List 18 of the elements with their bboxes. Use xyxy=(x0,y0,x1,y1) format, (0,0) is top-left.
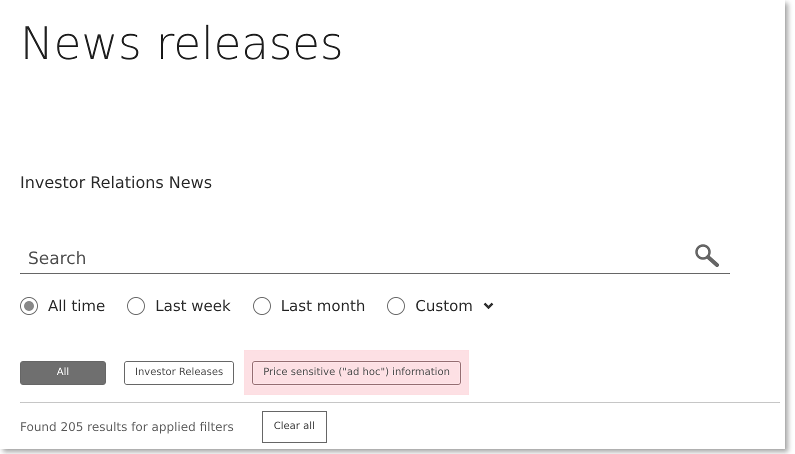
section-title: Investor Relations News xyxy=(20,172,214,194)
radio-button[interactable] xyxy=(387,297,406,315)
radio-label[interactable]: Last week xyxy=(155,297,231,315)
clear-all-button[interactable]: Clear all xyxy=(262,410,327,442)
search-icon[interactable] xyxy=(694,243,720,267)
radio-button[interactable] xyxy=(252,297,271,315)
radio-label[interactable]: Last month xyxy=(280,297,366,315)
chevron-down-icon[interactable] xyxy=(482,302,494,310)
filter-tag[interactable]: Investor Releases xyxy=(124,360,234,384)
page-title: News releases xyxy=(20,16,344,72)
search-field[interactable]: Search xyxy=(28,249,694,269)
results-count: Found 205 results for applied filters xyxy=(20,420,234,434)
radio-label[interactable]: All time xyxy=(48,297,106,315)
radio-label[interactable]: Custom xyxy=(415,297,473,315)
radio-button[interactable] xyxy=(127,297,146,315)
radio-button[interactable] xyxy=(20,297,38,315)
filter-tag[interactable]: Price sensitive ("ad hoc") information xyxy=(252,360,461,384)
filter-tag[interactable]: All xyxy=(20,360,106,384)
